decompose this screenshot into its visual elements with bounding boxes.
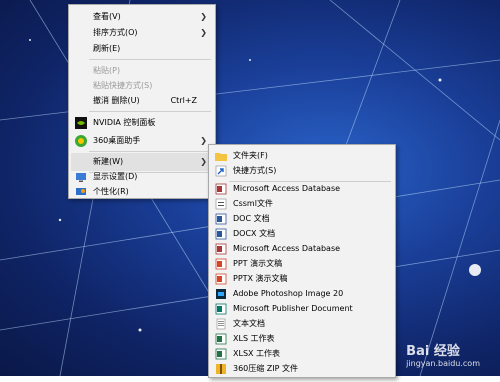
folder-icon bbox=[215, 150, 227, 162]
menu-separator bbox=[89, 111, 211, 112]
excel-icon bbox=[215, 333, 227, 345]
text-file-icon bbox=[215, 318, 227, 330]
submenu-item-label: 360压缩 ZIP 文件 bbox=[233, 364, 299, 373]
menu-item-refresh[interactable]: 刷新(E) bbox=[71, 40, 213, 58]
powerpoint-icon bbox=[215, 273, 227, 285]
menu-item-undo-delete[interactable]: 撤消 删除(U) Ctrl+Z bbox=[71, 92, 213, 110]
watermark-url: jingyan.baidu.com bbox=[406, 359, 480, 368]
chevron-right-icon: ❯ bbox=[200, 136, 207, 145]
menu-item-label: 刷新(E) bbox=[93, 44, 121, 53]
monitor-icon bbox=[75, 171, 87, 183]
menu-item-label: 撤消 删除(U) bbox=[93, 96, 140, 105]
360-icon bbox=[75, 135, 87, 147]
powerpoint-icon bbox=[215, 258, 227, 270]
word-doc-icon bbox=[215, 213, 227, 225]
menu-item-label: 个性化(R) bbox=[93, 187, 129, 196]
word-docx-icon bbox=[215, 228, 227, 240]
zip-archive-icon bbox=[215, 363, 227, 375]
publisher-icon bbox=[215, 303, 227, 315]
shortcut-icon bbox=[215, 165, 227, 177]
photoshop-icon bbox=[215, 288, 227, 300]
access-icon bbox=[215, 243, 227, 255]
context-menu: 查看(V) ❯ 排序方式(O) ❯ 刷新(E) 粘贴(P) 粘贴快捷方式(S) … bbox=[68, 4, 216, 199]
menu-item-label: NVIDIA 控制面板 bbox=[93, 118, 156, 127]
nvidia-icon bbox=[75, 117, 87, 129]
baidu-jingyan-watermark: Bai 经验 jingyan.baidu.com bbox=[406, 340, 480, 368]
personalize-icon bbox=[75, 186, 87, 198]
excel-icon bbox=[215, 348, 227, 360]
submenu-item-label: 快捷方式(S) bbox=[233, 166, 277, 175]
menu-item-nvidia[interactable]: NVIDIA 控制面板 bbox=[71, 114, 213, 132]
new-submenu: 文件夹(F) 快捷方式(S) Microsoft Access Database… bbox=[208, 144, 396, 378]
submenu-item-zip[interactable]: 360压缩 ZIP 文件 bbox=[211, 360, 393, 378]
watermark-text: Bai 经验 bbox=[406, 344, 460, 359]
menu-item-personalize[interactable]: 个性化(R) bbox=[71, 183, 213, 201]
menu-item-shortcut: Ctrl+Z bbox=[170, 96, 197, 105]
access-icon bbox=[215, 183, 227, 195]
menu-separator bbox=[89, 151, 211, 152]
cssml-icon bbox=[215, 198, 227, 210]
submenu-item-shortcut[interactable]: 快捷方式(S) bbox=[211, 162, 393, 180]
menu-separator bbox=[89, 59, 211, 60]
menu-item-label: 360桌面助手 bbox=[93, 136, 141, 145]
menu-item-360-desktop[interactable]: 360桌面助手 ❯ bbox=[71, 132, 213, 150]
